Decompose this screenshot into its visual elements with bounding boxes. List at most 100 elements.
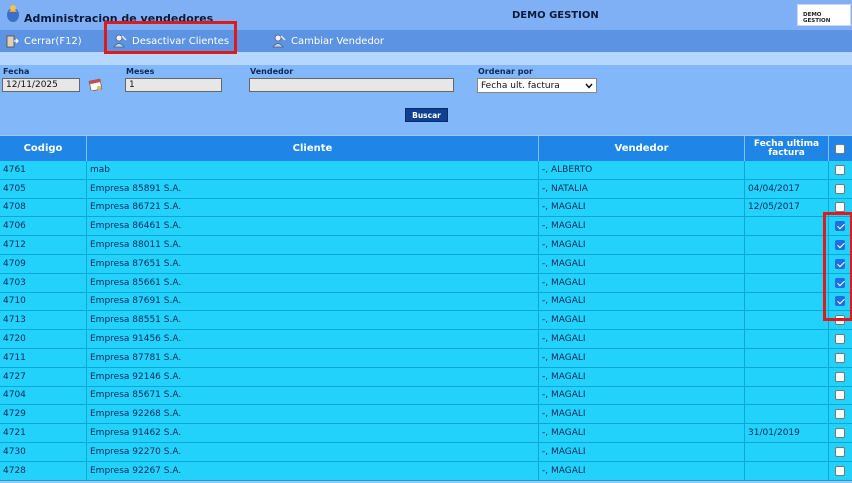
cell-cliente: Empresa 87691 S.A. bbox=[87, 292, 539, 311]
table-row[interactable]: 4713 Empresa 88551 S.A. -, MAGALI bbox=[0, 311, 852, 331]
cell-fecha bbox=[745, 217, 829, 236]
cell-vendedor: -, MAGALI bbox=[539, 198, 745, 217]
change-seller-button[interactable]: Cambiar Vendedor bbox=[271, 33, 384, 49]
close-button[interactable]: Cerrar(F12) bbox=[5, 33, 82, 49]
cell-fecha bbox=[745, 273, 829, 292]
cell-codigo: 4706 bbox=[0, 217, 87, 236]
table-row[interactable]: 4703 Empresa 85661 S.A. -, MAGALI bbox=[0, 273, 852, 293]
cell-codigo: 4730 bbox=[0, 442, 87, 461]
row-checkbox[interactable] bbox=[835, 202, 845, 213]
cell-vendedor: -, MAGALI bbox=[539, 367, 745, 386]
column-header-codigo[interactable]: Codigo bbox=[0, 136, 87, 161]
ordenar-label: Ordenar por bbox=[478, 67, 533, 76]
select-all-column bbox=[829, 136, 852, 161]
vendedor-label: Vendedor bbox=[250, 67, 294, 76]
cell-cliente: Empresa 92268 S.A. bbox=[87, 405, 539, 424]
cell-cliente: Empresa 85661 S.A. bbox=[87, 273, 539, 292]
cell-fecha bbox=[745, 292, 829, 311]
close-button-label: Cerrar(F12) bbox=[24, 35, 82, 47]
cell-cliente: Empresa 85891 S.A. bbox=[87, 179, 539, 198]
cell-fecha bbox=[745, 161, 829, 179]
cell-cliente: Empresa 92267 S.A. bbox=[87, 461, 539, 480]
column-header-fecha[interactable]: Fecha ultima factura bbox=[745, 136, 829, 161]
row-checkbox[interactable] bbox=[835, 409, 845, 420]
table-header: Codigo Cliente Vendedor Fecha ultima fac… bbox=[0, 136, 852, 161]
cell-vendedor: -, MAGALI bbox=[539, 348, 745, 367]
row-checkbox[interactable] bbox=[835, 164, 845, 175]
row-checkbox[interactable] bbox=[835, 465, 845, 476]
calendar-icon[interactable] bbox=[88, 77, 104, 91]
table-row[interactable]: 4708 Empresa 86721 S.A. -, MAGALI 12/05/201… bbox=[0, 198, 852, 218]
table-row[interactable]: 4704 Empresa 85671 S.A. -, MAGALI bbox=[0, 386, 852, 406]
cell-codigo: 4721 bbox=[0, 424, 87, 442]
meses-label: Meses bbox=[126, 67, 155, 76]
search-button[interactable]: Buscar bbox=[405, 108, 448, 122]
row-checkbox[interactable] bbox=[835, 428, 845, 439]
table-row[interactable]: 4710 Empresa 87691 S.A. -, MAGALI bbox=[0, 292, 852, 312]
row-checkbox[interactable] bbox=[835, 334, 845, 345]
cell-cliente: Empresa 91456 S.A. bbox=[87, 330, 539, 348]
highlight-checked-rows bbox=[823, 212, 852, 321]
cell-vendedor: -, MAGALI bbox=[539, 292, 745, 311]
table-row[interactable]: 4720 Empresa 91456 S.A. -, MAGALI bbox=[0, 330, 852, 349]
cell-cliente: Empresa 88011 S.A. bbox=[87, 236, 539, 254]
row-checkbox[interactable] bbox=[835, 183, 845, 194]
row-checkbox[interactable] bbox=[835, 446, 845, 457]
cell-vendedor: -, MAGALI bbox=[539, 311, 745, 330]
row-checkbox[interactable] bbox=[835, 352, 845, 363]
cell-vendedor: -, MAGALI bbox=[539, 254, 745, 273]
cell-codigo: 4728 bbox=[0, 461, 87, 480]
filter-panel: Fecha 12/11/2025 Meses 1 Vendedor Ordena… bbox=[0, 65, 852, 135]
cell-cliente: Empresa 87651 S.A. bbox=[87, 254, 539, 273]
cell-codigo: 4709 bbox=[0, 254, 87, 273]
cell-vendedor: -, MAGALI bbox=[539, 461, 745, 480]
cell-codigo: 4720 bbox=[0, 330, 87, 348]
cell-fecha bbox=[745, 311, 829, 330]
cell-cliente: mab bbox=[87, 161, 539, 179]
cell-fecha: 04/04/2017 bbox=[745, 179, 829, 198]
meses-field[interactable]: 1 bbox=[125, 78, 222, 92]
table-row[interactable]: 4729 Empresa 92268 S.A. -, MAGALI bbox=[0, 405, 852, 425]
cell-codigo: 4710 bbox=[0, 292, 87, 311]
cell-codigo: 4727 bbox=[0, 367, 87, 386]
app-logo-icon bbox=[7, 5, 19, 22]
cell-vendedor: -, MAGALI bbox=[539, 236, 745, 254]
table-row[interactable]: 4711 Empresa 87781 S.A. -, MAGALI bbox=[0, 348, 852, 368]
table-row[interactable]: 4727 Empresa 92146 S.A. -, MAGALI bbox=[0, 367, 852, 387]
select-all-checkbox[interactable] bbox=[835, 143, 845, 154]
table-row[interactable]: 4706 Empresa 86461 S.A. -, MAGALI bbox=[0, 217, 852, 237]
cell-cliente: Empresa 91462 S.A. bbox=[87, 424, 539, 442]
table-row[interactable]: 4712 Empresa 88011 S.A. -, MAGALI bbox=[0, 236, 852, 255]
cell-fecha bbox=[745, 442, 829, 461]
cell-vendedor: -, MAGALI bbox=[539, 330, 745, 348]
cell-codigo: 4712 bbox=[0, 236, 87, 254]
row-checkbox[interactable] bbox=[835, 390, 845, 401]
fecha-field[interactable]: 12/11/2025 bbox=[2, 78, 80, 92]
column-header-cliente[interactable]: Cliente bbox=[87, 136, 539, 161]
column-header-vendedor[interactable]: Vendedor bbox=[539, 136, 745, 161]
table-row[interactable]: 4705 Empresa 85891 S.A. -, NATALIA 04/04/20… bbox=[0, 179, 852, 199]
cell-fecha bbox=[745, 330, 829, 348]
chevron-down-icon bbox=[585, 83, 593, 89]
cell-codigo: 4705 bbox=[0, 179, 87, 198]
fecha-label: Fecha bbox=[3, 67, 30, 76]
cell-fecha bbox=[745, 348, 829, 367]
table-row[interactable]: 4709 Empresa 87651 S.A. -, MAGALI bbox=[0, 254, 852, 274]
table-row[interactable]: 4730 Empresa 92270 S.A. -, MAGALI bbox=[0, 442, 852, 462]
cell-codigo: 4713 bbox=[0, 311, 87, 330]
fecha-header-line2: factura bbox=[768, 147, 805, 158]
vendedor-field[interactable] bbox=[249, 78, 454, 92]
cell-vendedor: -, MAGALI bbox=[539, 442, 745, 461]
cell-codigo: 4703 bbox=[0, 273, 87, 292]
cell-fecha bbox=[745, 386, 829, 405]
cell-vendedor: -, MAGALI bbox=[539, 273, 745, 292]
row-checkbox[interactable] bbox=[835, 371, 845, 382]
ordenar-select[interactable]: Fecha ult. factura bbox=[477, 78, 597, 93]
cell-cliente: Empresa 92270 S.A. bbox=[87, 442, 539, 461]
table-row[interactable]: 4728 Empresa 92267 S.A. -, MAGALI bbox=[0, 461, 852, 481]
table-row[interactable]: 4721 Empresa 91462 S.A. -, MAGALI 31/01/201… bbox=[0, 424, 852, 443]
table-row[interactable]: 4761 mab -, ALBERTO bbox=[0, 161, 852, 180]
company-logo: DEMO GESTION bbox=[797, 4, 851, 26]
cell-codigo: 4704 bbox=[0, 386, 87, 405]
cell-cliente: Empresa 86721 S.A. bbox=[87, 198, 539, 217]
